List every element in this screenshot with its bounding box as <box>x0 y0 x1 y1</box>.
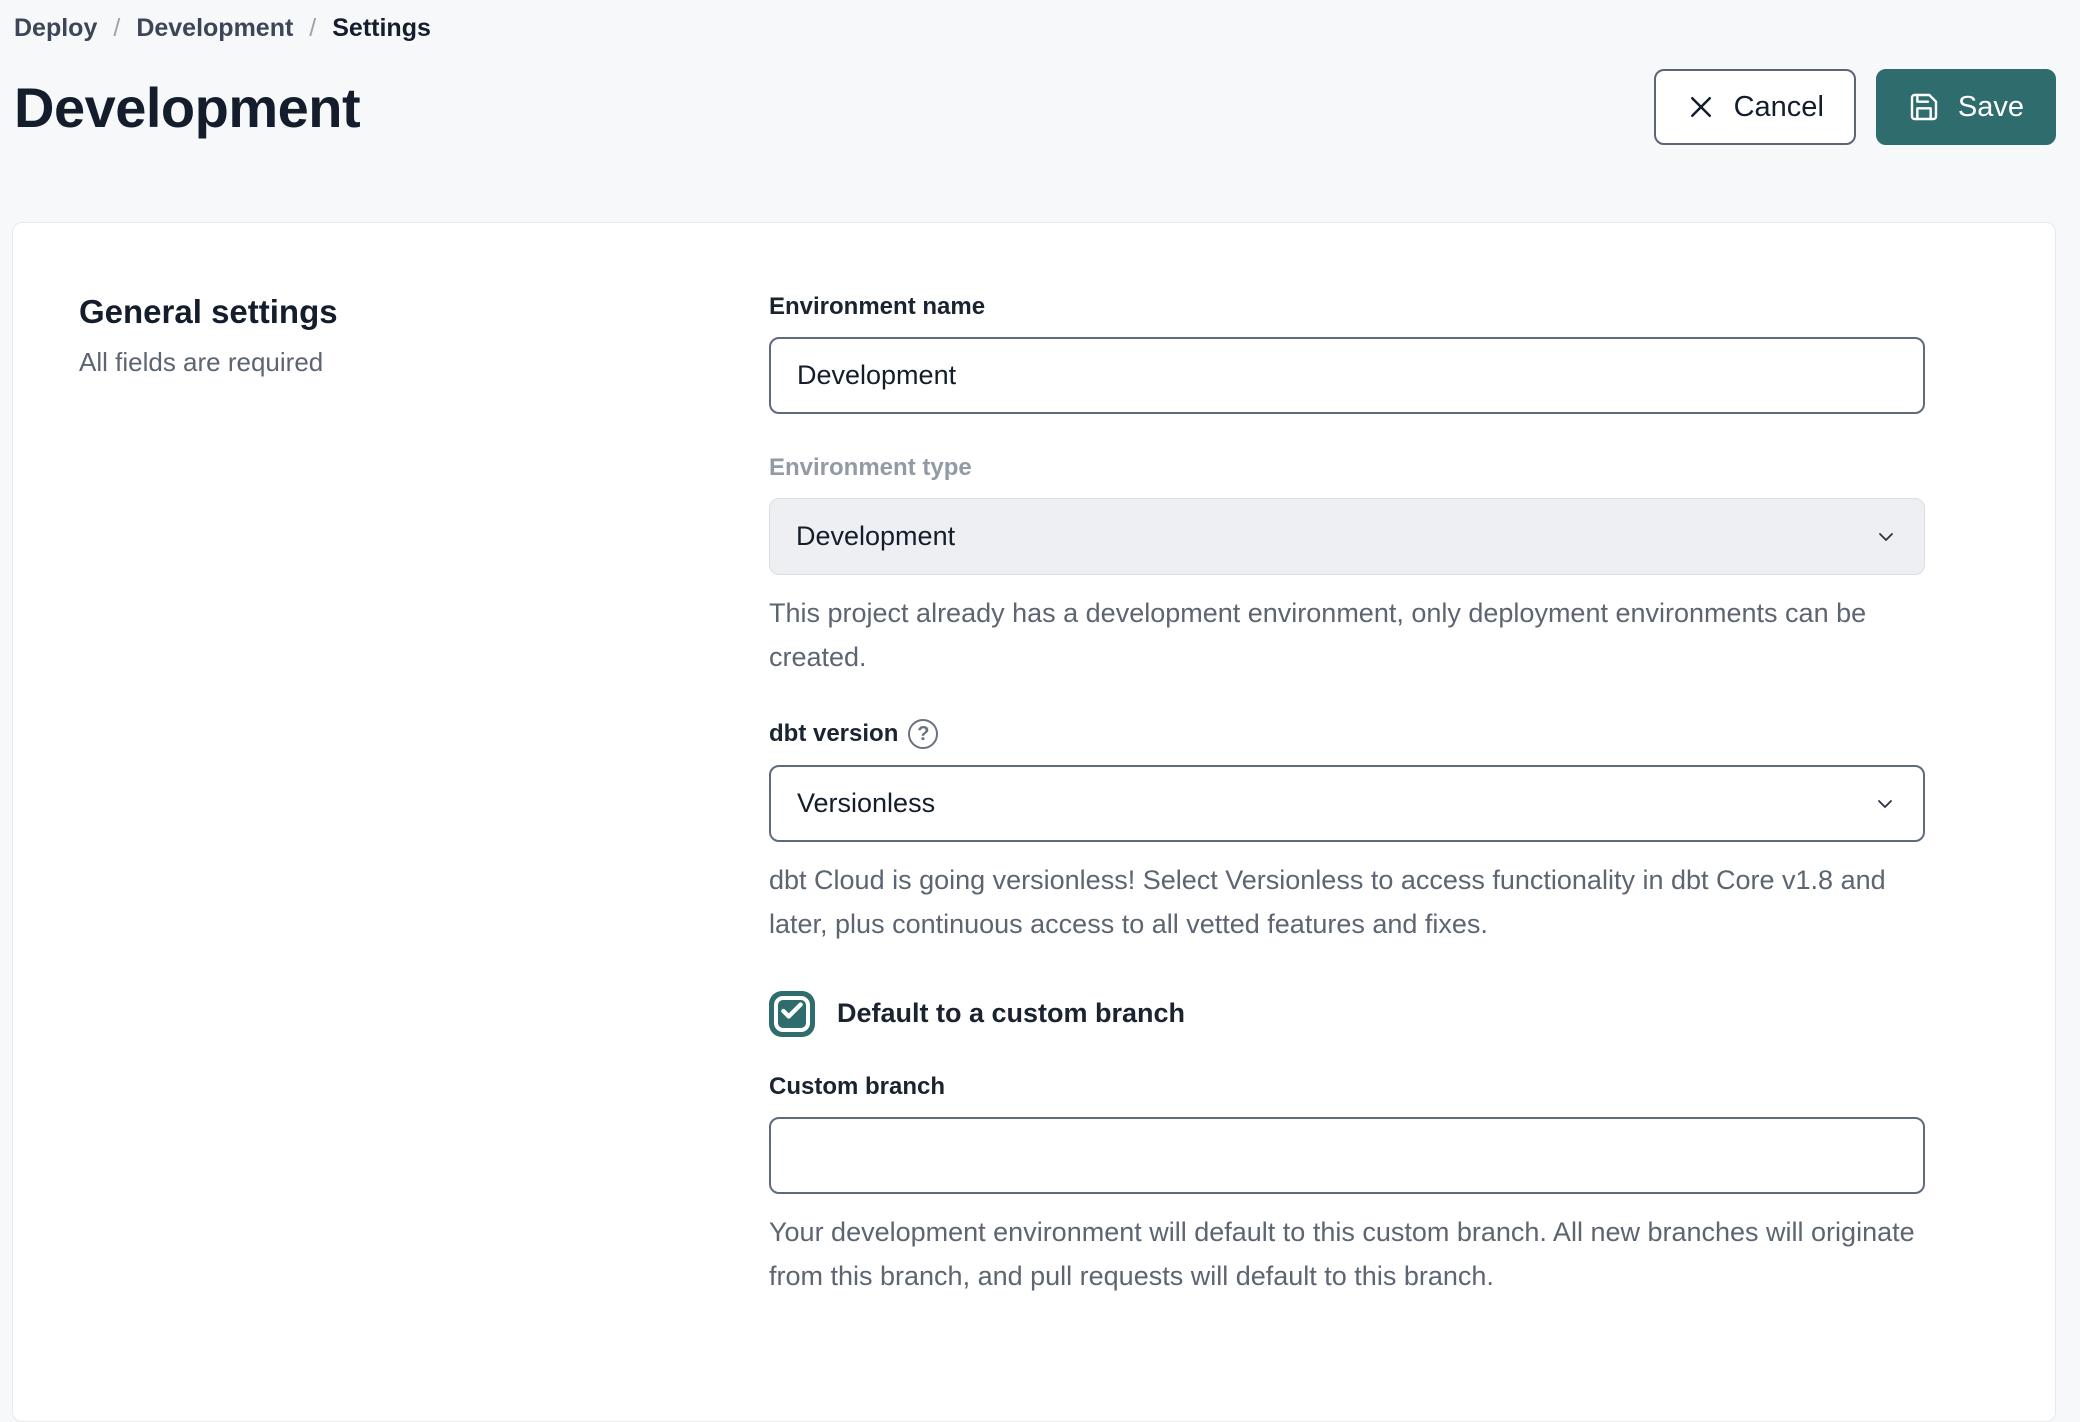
environment-type-help: This project already has a development e… <box>769 592 1925 679</box>
environment-type-select: Development <box>769 498 1925 575</box>
custom-branch-toggle-label[interactable]: Default to a custom branch <box>837 998 1185 1029</box>
custom-branch-input[interactable] <box>769 1117 1925 1194</box>
dbt-version-label: dbt version ? <box>769 719 1925 749</box>
save-icon <box>1908 91 1940 123</box>
close-icon <box>1686 92 1716 122</box>
breadcrumb-development[interactable]: Development <box>136 14 293 43</box>
chevron-down-icon <box>1874 525 1898 549</box>
custom-branch-field: Custom branch Your development environme… <box>769 1073 1925 1298</box>
settings-form: Environment name Environment type Develo… <box>769 293 1925 1298</box>
top-bar: Deploy / Development / Settings <box>0 0 2080 43</box>
page-title: Development <box>14 75 360 140</box>
section-heading-column: General settings All fields are required <box>79 293 769 1298</box>
breadcrumb-separator: / <box>113 14 120 43</box>
environment-name-input[interactable] <box>769 337 1925 414</box>
dbt-version-label-text: dbt version <box>769 720 898 748</box>
breadcrumb: Deploy / Development / Settings <box>14 14 2056 43</box>
dbt-version-select[interactable]: Versionless <box>769 765 1925 842</box>
header-actions: Cancel Save <box>1654 69 2056 145</box>
environment-name-label: Environment name <box>769 293 1925 321</box>
section-title: General settings <box>79 293 769 331</box>
environment-type-field: Environment type Development This projec… <box>769 454 1925 679</box>
environment-type-value: Development <box>796 521 955 552</box>
custom-branch-label: Custom branch <box>769 1073 1925 1101</box>
checkmark-icon <box>779 998 805 1029</box>
custom-branch-help: Your development environment will defaul… <box>769 1211 1925 1298</box>
breadcrumb-deploy[interactable]: Deploy <box>14 14 97 43</box>
dbt-version-field: dbt version ? Versionless dbt Cloud is g… <box>769 719 1925 946</box>
dbt-version-help: dbt Cloud is going versionless! Select V… <box>769 859 1925 946</box>
cancel-button-label: Cancel <box>1734 91 1824 124</box>
general-settings-card: General settings All fields are required… <box>12 222 2056 1422</box>
save-button[interactable]: Save <box>1876 69 2056 145</box>
breadcrumb-separator: / <box>309 14 316 43</box>
custom-branch-checkbox[interactable] <box>769 991 815 1037</box>
environment-name-field: Environment name <box>769 293 1925 414</box>
cancel-button[interactable]: Cancel <box>1654 69 1856 145</box>
environment-type-label: Environment type <box>769 454 1925 482</box>
help-icon[interactable]: ? <box>908 719 938 749</box>
custom-branch-toggle-row: Default to a custom branch <box>769 991 1925 1037</box>
page-header: Development Cancel Save <box>0 43 2080 145</box>
chevron-down-icon <box>1873 792 1897 816</box>
dbt-version-value: Versionless <box>797 788 935 819</box>
save-button-label: Save <box>1958 91 2024 124</box>
section-subtitle: All fields are required <box>79 347 769 378</box>
breadcrumb-settings: Settings <box>332 14 431 43</box>
